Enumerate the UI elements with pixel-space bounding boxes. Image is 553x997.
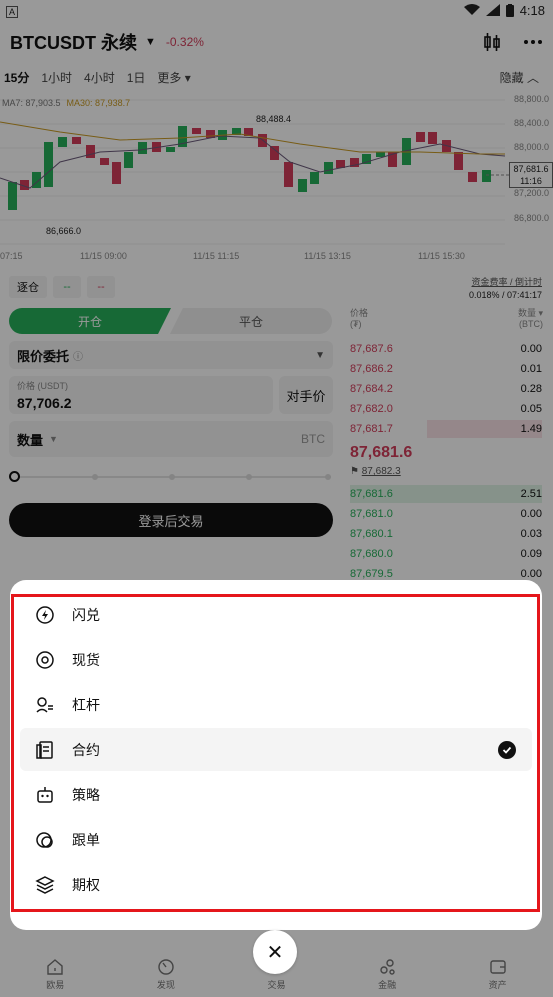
nav-assets-label: 资产 [488, 980, 507, 990]
copy-trade-icon [34, 829, 56, 851]
nav-trade-label: 交易 [267, 980, 286, 990]
close-icon: ✕ [266, 941, 284, 964]
assets-icon [489, 960, 506, 974]
close-trade-menu-button[interactable]: ✕ [253, 930, 297, 974]
contract-icon [34, 739, 56, 761]
nav-finance[interactable]: 金融 [357, 958, 417, 991]
menu-item-label: 期权 [72, 876, 100, 893]
menu-item-flash-swap[interactable]: 闪兑 [20, 593, 532, 636]
options-icon [34, 874, 56, 896]
finance-icon [380, 959, 395, 975]
menu-item-copy-trade[interactable]: 跟单 [20, 818, 532, 861]
menu-item-options[interactable]: 期权 [20, 863, 532, 906]
nav-discover[interactable]: 发现 [136, 958, 196, 991]
discover-icon [158, 959, 174, 975]
bot-icon [34, 784, 56, 806]
menu-item-strategy[interactable]: 策略 [20, 773, 532, 816]
flash-swap-icon [34, 604, 56, 626]
menu-item-label: 现货 [72, 651, 100, 668]
menu-item-label: 闪兑 [72, 606, 100, 623]
menu-item-label: 杠杆 [72, 696, 100, 713]
margin-icon [34, 694, 56, 716]
menu-item-margin[interactable]: 杠杆 [20, 683, 532, 726]
nav-finance-label: 金融 [378, 980, 397, 990]
home-icon [47, 959, 63, 975]
nav-discover-label: 发现 [156, 980, 175, 990]
menu-item-contract[interactable]: 合约 [20, 728, 532, 771]
spot-icon [34, 649, 56, 671]
nav-assets[interactable]: 资产 [468, 958, 528, 991]
checkmark-icon [498, 740, 516, 759]
nav-home[interactable]: 欧易 [25, 958, 85, 991]
menu-item-label: 跟单 [72, 831, 100, 848]
menu-item-label: 合约 [72, 741, 100, 758]
menu-item-spot[interactable]: 现货 [20, 638, 532, 681]
menu-item-label: 策略 [72, 786, 100, 803]
nav-home-label: 欧易 [46, 980, 65, 990]
